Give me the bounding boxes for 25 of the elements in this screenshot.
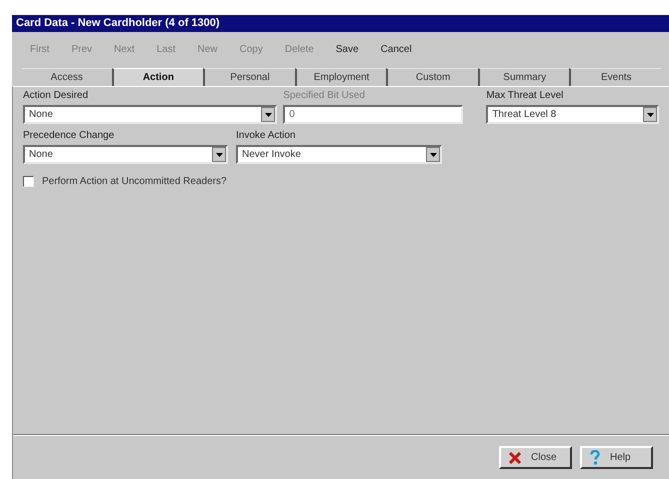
field-label: Max Threat Level — [486, 90, 564, 102]
dropdown[interactable]: Threat Level 8 — [486, 105, 659, 124]
tab[interactable]: Events — [569, 68, 662, 86]
dropdown[interactable]: None — [23, 105, 278, 124]
checkbox-label: Perform Action at Uncommitted Readers? — [42, 175, 227, 189]
field-label: Action Desired — [23, 90, 90, 102]
tab[interactable]: Action — [112, 68, 204, 86]
tab[interactable]: Access — [22, 68, 112, 86]
toolbar-button[interactable]: Save — [332, 42, 363, 56]
tab[interactable]: Custom — [386, 68, 478, 86]
tab[interactable]: Summary — [478, 68, 570, 86]
help-icon — [590, 450, 600, 465]
close-icon — [509, 452, 521, 464]
field-label: Invoke Action — [236, 130, 296, 142]
close-button[interactable]: Close — [499, 446, 572, 469]
checkbox[interactable] — [23, 176, 34, 187]
window-title: Card Data - New Cardholder (4 of 1300) — [12, 15, 669, 32]
toolbar-button[interactable]: Cancel — [376, 42, 416, 56]
dropdown[interactable]: None — [23, 145, 228, 164]
tab[interactable]: Employment — [294, 68, 386, 86]
field-label: Precedence Change — [23, 130, 116, 142]
field-label: Specified Bit Used — [283, 90, 366, 102]
dropdown[interactable]: Never Invoke — [236, 145, 442, 164]
help-button[interactable]: Help — [580, 446, 653, 469]
tab[interactable]: Personal — [203, 68, 295, 86]
